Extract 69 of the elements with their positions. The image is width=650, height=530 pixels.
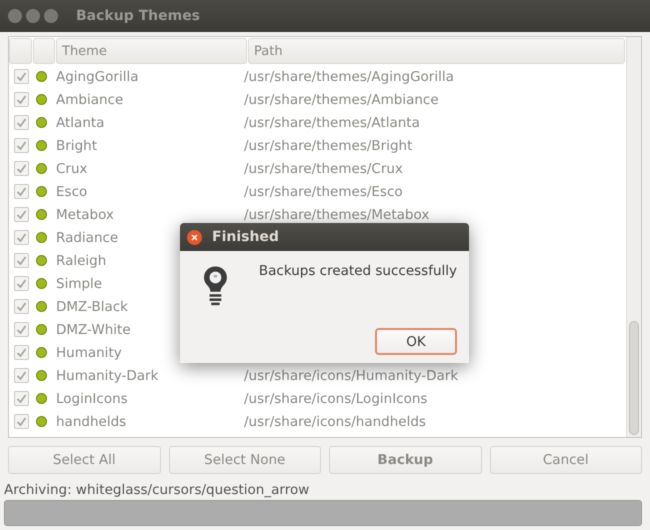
status-dot-icon [36,255,47,266]
theme-name: Raleigh [56,252,106,268]
checkbox[interactable] [14,230,29,245]
window-title: Backup Themes [76,8,200,24]
status-dot-icon [36,324,47,335]
checkbox[interactable] [14,92,29,107]
checkbox[interactable] [14,207,29,222]
theme-name: Bright [56,138,97,154]
theme-name: Atlanta [56,114,104,130]
checkbox[interactable] [14,276,29,291]
checkbox[interactable] [14,322,29,337]
status-dot-icon [36,416,47,427]
checkbox[interactable] [14,391,29,406]
theme-name: Esco [56,184,88,200]
column-header[interactable]: Theme [56,38,247,64]
status-dot-icon [36,209,47,220]
status-dot-icon [36,370,47,381]
checkbox[interactable] [14,161,29,176]
scrollbar[interactable] [626,37,641,437]
checkbox[interactable] [14,253,29,268]
theme-path: /usr/share/themes/Ambiance [244,92,439,108]
status-dot-icon [36,140,47,151]
checkbox[interactable] [14,69,29,84]
status-dot-icon [36,278,47,289]
theme-name: DMZ-Black [56,298,128,314]
theme-name: Radiance [56,230,118,246]
theme-path: /usr/share/icons/LoginIcons [244,390,428,406]
status-dot-icon [36,393,47,404]
scrollbar-thumb[interactable] [629,321,639,435]
theme-path: /usr/share/themes/Metabox [244,206,430,222]
checkbox[interactable] [14,414,29,429]
status-dot-icon [36,163,47,174]
status-dot-icon [36,232,47,243]
theme-name: LoginIcons [56,390,128,406]
column-header[interactable] [9,38,32,64]
theme-path: /usr/share/icons/handhelds [244,414,426,430]
dialog-message: Backups created successfully [258,263,457,279]
checkbox[interactable] [14,184,29,199]
column-header[interactable] [33,38,55,64]
status-dot-icon [36,186,47,197]
checkbox[interactable] [14,299,29,314]
dialog-title: Finished [212,229,279,245]
ok-button[interactable]: OK [375,328,457,355]
checkbox[interactable] [14,345,29,360]
checkbox[interactable] [14,138,29,153]
theme-name: Humanity [56,344,122,360]
status-dot-icon [36,117,47,128]
theme-name: AgingGorilla [56,68,138,84]
theme-name: DMZ-White [56,322,131,338]
status-dot-icon [36,94,47,105]
theme-name: Ambiance [56,92,124,108]
theme-name: Metabox [56,206,114,222]
theme-path: /usr/share/themes/AgingGorilla [244,68,454,84]
theme-name: Simple [56,276,102,292]
theme-path: /usr/share/themes/Crux [244,160,403,176]
status-text: Archiving: whiteglass/cursors/question_arrow [4,482,310,498]
checkbox[interactable] [14,115,29,130]
theme-path: /usr/share/themes/Bright [244,138,412,154]
theme-path: /usr/share/themes/Atlanta [244,114,420,130]
column-header[interactable]: Path [248,38,625,64]
theme-name: handhelds [56,414,126,430]
status-dot-icon [36,347,47,358]
status-dot-icon [36,301,47,312]
status-dot-icon [36,71,47,82]
theme-path: /usr/share/themes/Esco [244,184,403,200]
checkbox[interactable] [14,368,29,383]
theme-path: /usr/share/icons/Humanity-Dark [244,368,458,384]
theme-name: Crux [56,160,88,176]
theme-name: Humanity-Dark [56,368,158,384]
